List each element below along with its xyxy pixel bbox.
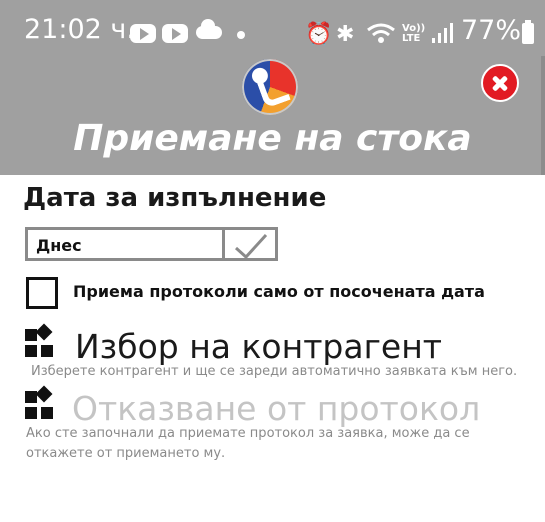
notification-dot-icon <box>237 31 245 39</box>
app-logo-icon <box>242 59 298 115</box>
date-confirm-button[interactable] <box>225 227 278 261</box>
execution-date-value: Днес <box>36 236 82 255</box>
volte-icon: Vo)) LTE <box>402 23 426 44</box>
youtube-icon <box>162 24 188 43</box>
select-contractor-description: Изберете контрагент и ще се зареди автом… <box>31 364 518 379</box>
checkmark-icon <box>234 233 268 260</box>
battery-icon <box>522 20 534 44</box>
battery-percent: 77% <box>461 15 522 46</box>
alarm-icon: ⏰ <box>305 22 333 47</box>
execution-date-label: Дата за изпълнение <box>23 183 327 213</box>
close-icon[interactable] <box>481 64 519 102</box>
date-filter-checkbox[interactable] <box>26 277 58 309</box>
wifi-icon <box>367 23 395 43</box>
youtube-icon <box>130 24 156 43</box>
bluetooth-icon: ✱ <box>336 22 355 47</box>
widgets-icon <box>25 385 55 421</box>
execution-date-field[interactable]: Днес <box>25 227 225 261</box>
select-contractor-button[interactable]: Избор на контрагент <box>75 327 442 366</box>
signal-icon <box>432 23 453 43</box>
cancel-protocol-description: Ако сте започнали да приемате протокол з… <box>26 426 470 461</box>
date-filter-label: Приема протоколи само от посочената дата <box>73 282 485 301</box>
page-title: Приемане на стока <box>73 118 472 159</box>
status-bar: 21:02 ч. ⏰ ✱ Vo)) LTE 77% <box>0 0 545 56</box>
cancel-protocol-button[interactable]: Отказване от протокол <box>72 389 480 428</box>
status-time: 21:02 ч. <box>24 14 135 45</box>
widgets-icon <box>25 323 55 359</box>
cloud-icon <box>196 19 222 39</box>
